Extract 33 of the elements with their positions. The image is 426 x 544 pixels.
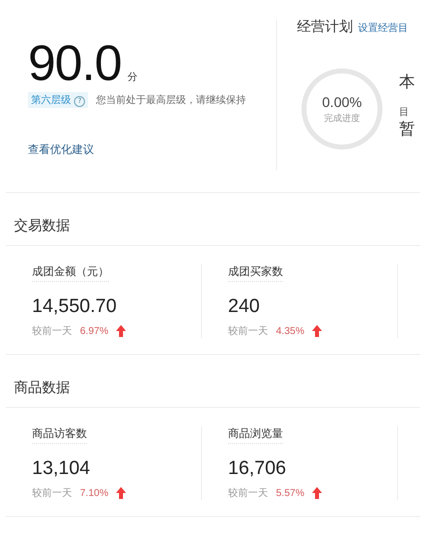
target-value: 暂: [399, 119, 415, 140]
metric-value: 16,706: [228, 458, 286, 480]
up-arrow-icon: [312, 487, 322, 499]
section-title: 商品数据: [6, 355, 420, 408]
set-goal-link[interactable]: 设置经营目: [358, 21, 408, 35]
metric-label: 成团金额（元）: [32, 264, 109, 282]
metric-label: 商品浏览量: [228, 426, 283, 444]
optimization-link[interactable]: 查看优化建议: [28, 142, 276, 157]
change-percent: 5.57%: [276, 488, 304, 498]
metric-value: 14,550.70: [32, 296, 117, 318]
metric-value: 13,104: [32, 458, 90, 480]
section-title: 交易数据: [6, 193, 420, 246]
compare-label: 较前一天: [228, 486, 268, 500]
score-value: 90.0: [28, 40, 122, 86]
change-percent: 6.97%: [80, 326, 108, 336]
month-label: 本: [399, 72, 415, 93]
progress-value: 0.00%: [322, 94, 362, 110]
plan-title: 经营计划: [297, 18, 353, 36]
score-unit: 分: [127, 71, 138, 84]
change-percent: 4.35%: [276, 326, 304, 336]
up-arrow-icon: [312, 325, 322, 337]
target-label: 目: [399, 106, 410, 119]
compare-label: 较前一天: [32, 324, 72, 338]
up-arrow-icon: [116, 487, 126, 499]
change-percent: 7.10%: [80, 488, 108, 498]
level-message: 您当前处于最高层级，请继续保持: [96, 94, 246, 107]
metric-label: 商品访客数: [32, 426, 87, 444]
progress-label: 完成进度: [324, 112, 360, 124]
up-arrow-icon: [116, 325, 126, 337]
compare-label: 较前一天: [32, 486, 72, 500]
metric-value: 240: [228, 296, 260, 318]
compare-label: 较前一天: [228, 324, 268, 338]
metric-label: 成团买家数: [228, 264, 283, 282]
